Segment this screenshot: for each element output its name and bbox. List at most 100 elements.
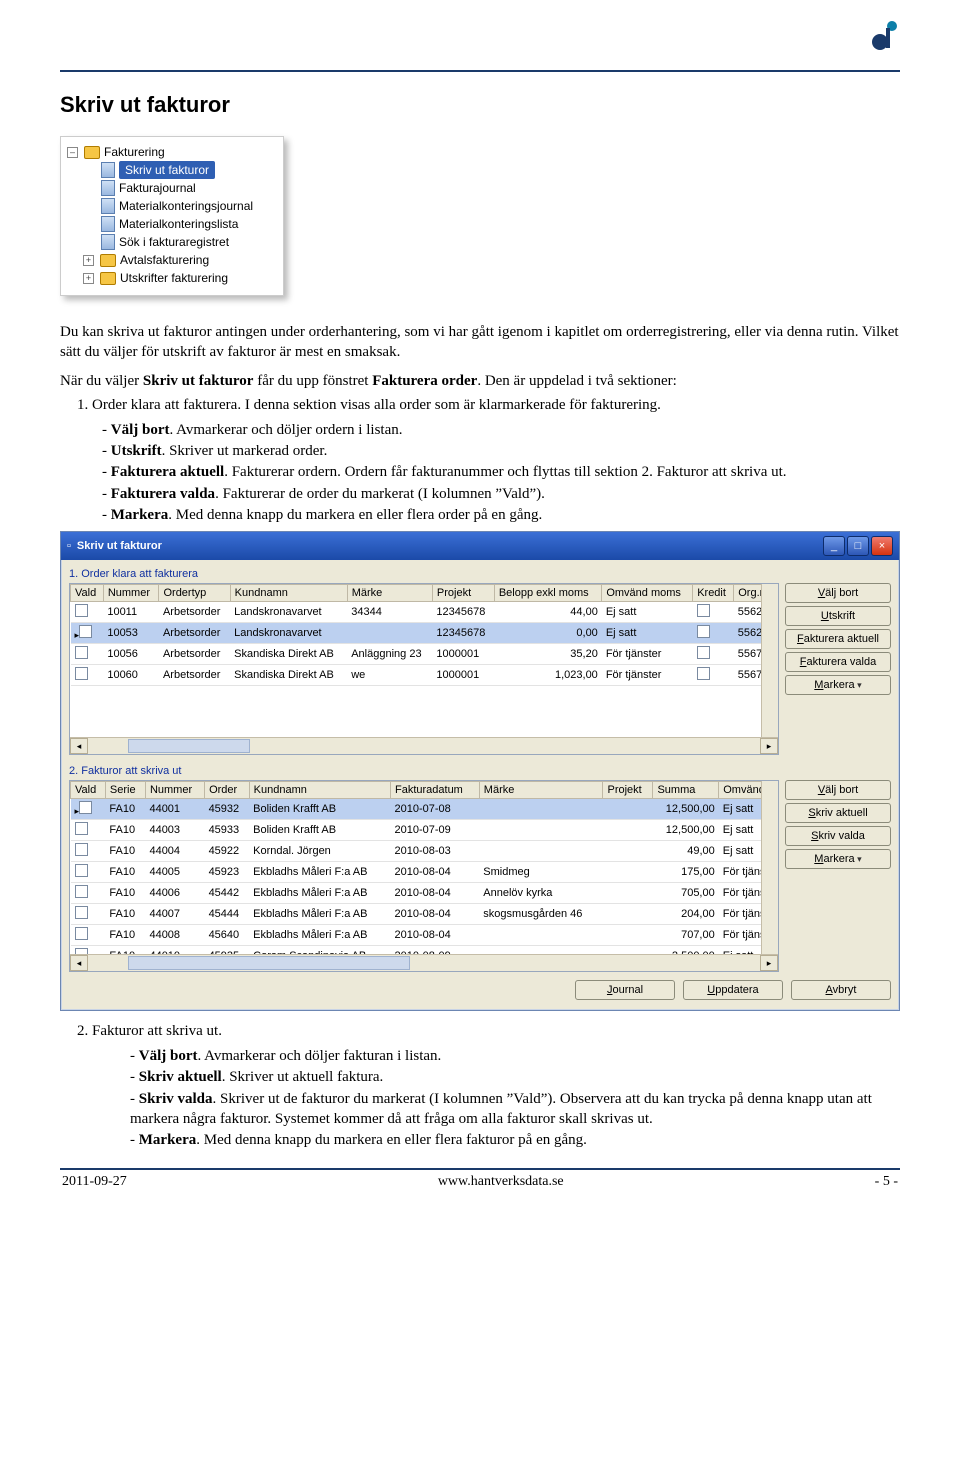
button-markera[interactable]: Markera [785,675,891,695]
tree-item[interactable]: Fakturajournal [119,179,196,197]
tree-item[interactable]: Avtalsfakturering [120,251,209,269]
doc-icon [101,216,115,232]
button-skriv-valda[interactable]: Skriv valda [785,826,891,846]
section-1-bullets: Välj bort. Avmarkerar och döljer ordern … [102,420,900,525]
col-header[interactable]: Belopp exkl moms [494,585,602,602]
col-header[interactable]: Projekt [432,585,494,602]
bullet-item: Markera. Med denna knapp du markera en e… [102,505,900,525]
col-header[interactable]: Märke [347,585,432,602]
button-uppdatera[interactable]: Uppdatera [683,980,783,1000]
intro-p2: När du väljer Skriv ut fakturor får du u… [60,371,900,391]
section-2-bullets: Välj bort. Avmarkerar och döljer faktura… [130,1046,900,1150]
header-rule [60,70,900,72]
button-fakturera-aktuell[interactable]: Fakturera aktuell [785,629,891,649]
collapse-icon[interactable]: – [67,147,78,158]
tree-item[interactable]: Materialkonteringsjournal [119,197,253,215]
orders-buttons: Välj bort Utskrift Fakturera aktuell Faktur… [785,583,891,755]
table-row[interactable]: 10056ArbetsorderSkandiska Direkt ABAnläg… [71,644,778,665]
section-2-item: Fakturor att skriva ut. [92,1023,900,1040]
tree-item[interactable]: Materialkonteringslista [119,215,238,233]
maximize-button[interactable]: □ [847,536,869,556]
section-1-list: Order klara att fakturera. I denna sekti… [78,397,900,414]
button-journal[interactable]: Journal [575,980,675,1000]
bullet-item: Skriv aktuell. Skriver ut aktuell faktur… [130,1067,900,1087]
invoices-buttons: Välj bort Skriv aktuell Skriv valda Markera [785,780,891,972]
section-1-item: Order klara att fakturera. I denna sekti… [92,397,900,414]
col-header[interactable]: Projekt [603,782,653,799]
bottom-buttons: Journal Uppdatera Avbryt [69,980,891,1000]
folder-icon [100,272,116,285]
section-1-label: 1. Order klara att fakturera [69,568,891,580]
grid-invoices[interactable]: ValdSerieNummerOrderKundnamnFakturadatum… [69,780,779,972]
col-header[interactable]: Omvänd moms [602,585,693,602]
col-header[interactable]: Nummer [103,585,159,602]
window-title: Skriv ut fakturor [77,540,162,552]
col-header[interactable]: Summa [653,782,719,799]
table-row[interactable]: FA104400345933Boliden Krafft AB2010-07-0… [71,820,778,841]
bullet-item: Fakturera valda. Fakturerar de order du … [102,484,900,504]
app-window: ▫ Skriv ut fakturor _ □ × 1. Order klara … [60,531,900,1011]
col-header[interactable]: Serie [105,782,145,799]
footer-rule [60,1168,900,1170]
hscrollbar[interactable]: ◂▸ [70,954,778,971]
nav-tree: – Fakturering Skriv ut fakturor Fakturajo… [60,136,284,296]
bullet-item: Skriv valda. Skriver ut de fakturor du m… [130,1089,900,1130]
col-header[interactable]: Order [205,782,250,799]
col-header[interactable]: Kundnamn [230,585,347,602]
col-header[interactable]: Kredit [693,585,734,602]
expand-icon[interactable]: + [83,273,94,284]
tree-item[interactable]: Sök i fakturaregistret [119,233,229,251]
table-row[interactable]: FA104400645442Ekbladhs Måleri F:a AB2010… [71,883,778,904]
col-header[interactable]: Nummer [145,782,204,799]
doc-icon [101,180,115,196]
minimize-button[interactable]: _ [823,536,845,556]
button-markera[interactable]: Markera [785,849,891,869]
bullet-item: Markera. Med denna knapp du markera en e… [130,1130,900,1150]
table-row[interactable]: FA104400445922Korndal. Jörgen2010-08-034… [71,841,778,862]
vscrollbar[interactable] [761,781,778,955]
footer-date: 2011-09-27 [62,1174,127,1190]
col-header[interactable]: Märke [479,782,603,799]
table-row[interactable]: FA104400145932Boliden Krafft AB2010-07-0… [71,799,778,820]
col-header[interactable]: Kundnamn [249,782,390,799]
tree-item-selected[interactable]: Skriv ut fakturor [119,161,215,179]
doc-icon [101,198,115,214]
grid-orders[interactable]: ValdNummerOrdertypKundnamnMärkeProjektBe… [69,583,779,755]
col-header[interactable]: Ordertyp [159,585,230,602]
doc-icon [101,234,115,250]
bullet-item: Utskrift. Skriver ut markerad order. [102,441,900,461]
button-avbryt[interactable]: Avbryt [791,980,891,1000]
expand-icon[interactable]: + [83,255,94,266]
button-välj-bort[interactable]: Välj bort [785,583,891,603]
col-header[interactable]: Fakturadatum [390,782,479,799]
button-fakturera-valda[interactable]: Fakturera valda [785,652,891,672]
section-2-list: Fakturor att skriva ut. [78,1023,900,1040]
logo [870,20,900,57]
app-icon: ▫ [67,540,71,552]
footer-url: www.hantverksdata.se [438,1174,564,1190]
hscrollbar[interactable]: ◂▸ [70,737,778,754]
footer-page: - 5 - [875,1174,898,1190]
page-title: Skriv ut fakturor [60,92,900,118]
col-header[interactable]: Vald [71,782,106,799]
tree-root[interactable]: Fakturering [104,143,165,161]
tree-item[interactable]: Utskrifter fakturering [120,269,228,287]
table-row[interactable]: FA104400545923Ekbladhs Måleri F:a AB2010… [71,862,778,883]
bullet-item: Välj bort. Avmarkerar och döljer ordern … [102,420,900,440]
table-row[interactable]: FA104400745444Ekbladhs Måleri F:a AB2010… [71,904,778,925]
doc-icon [101,162,115,178]
table-row[interactable]: 10053ArbetsorderLandskronavarvet12345678… [71,623,778,644]
col-header[interactable]: Vald [71,585,104,602]
button-välj-bort[interactable]: Välj bort [785,780,891,800]
button-utskrift[interactable]: Utskrift [785,606,891,626]
table-row[interactable]: 10011ArbetsorderLandskronavarvet34344123… [71,602,778,623]
titlebar: ▫ Skriv ut fakturor _ □ × [61,532,899,560]
button-skriv-aktuell[interactable]: Skriv aktuell [785,803,891,823]
bullet-item: Välj bort. Avmarkerar och döljer faktura… [130,1046,900,1066]
bullet-item: Fakturera aktuell. Fakturerar ordern. Or… [102,462,900,482]
close-button[interactable]: × [871,536,893,556]
table-row[interactable]: 10060ArbetsorderSkandiska Direkt ABwe100… [71,665,778,686]
intro-p1: Du kan skriva ut fakturor antingen under… [60,322,900,363]
vscrollbar[interactable] [761,584,778,738]
table-row[interactable]: FA104400845640Ekbladhs Måleri F:a AB2010… [71,925,778,946]
